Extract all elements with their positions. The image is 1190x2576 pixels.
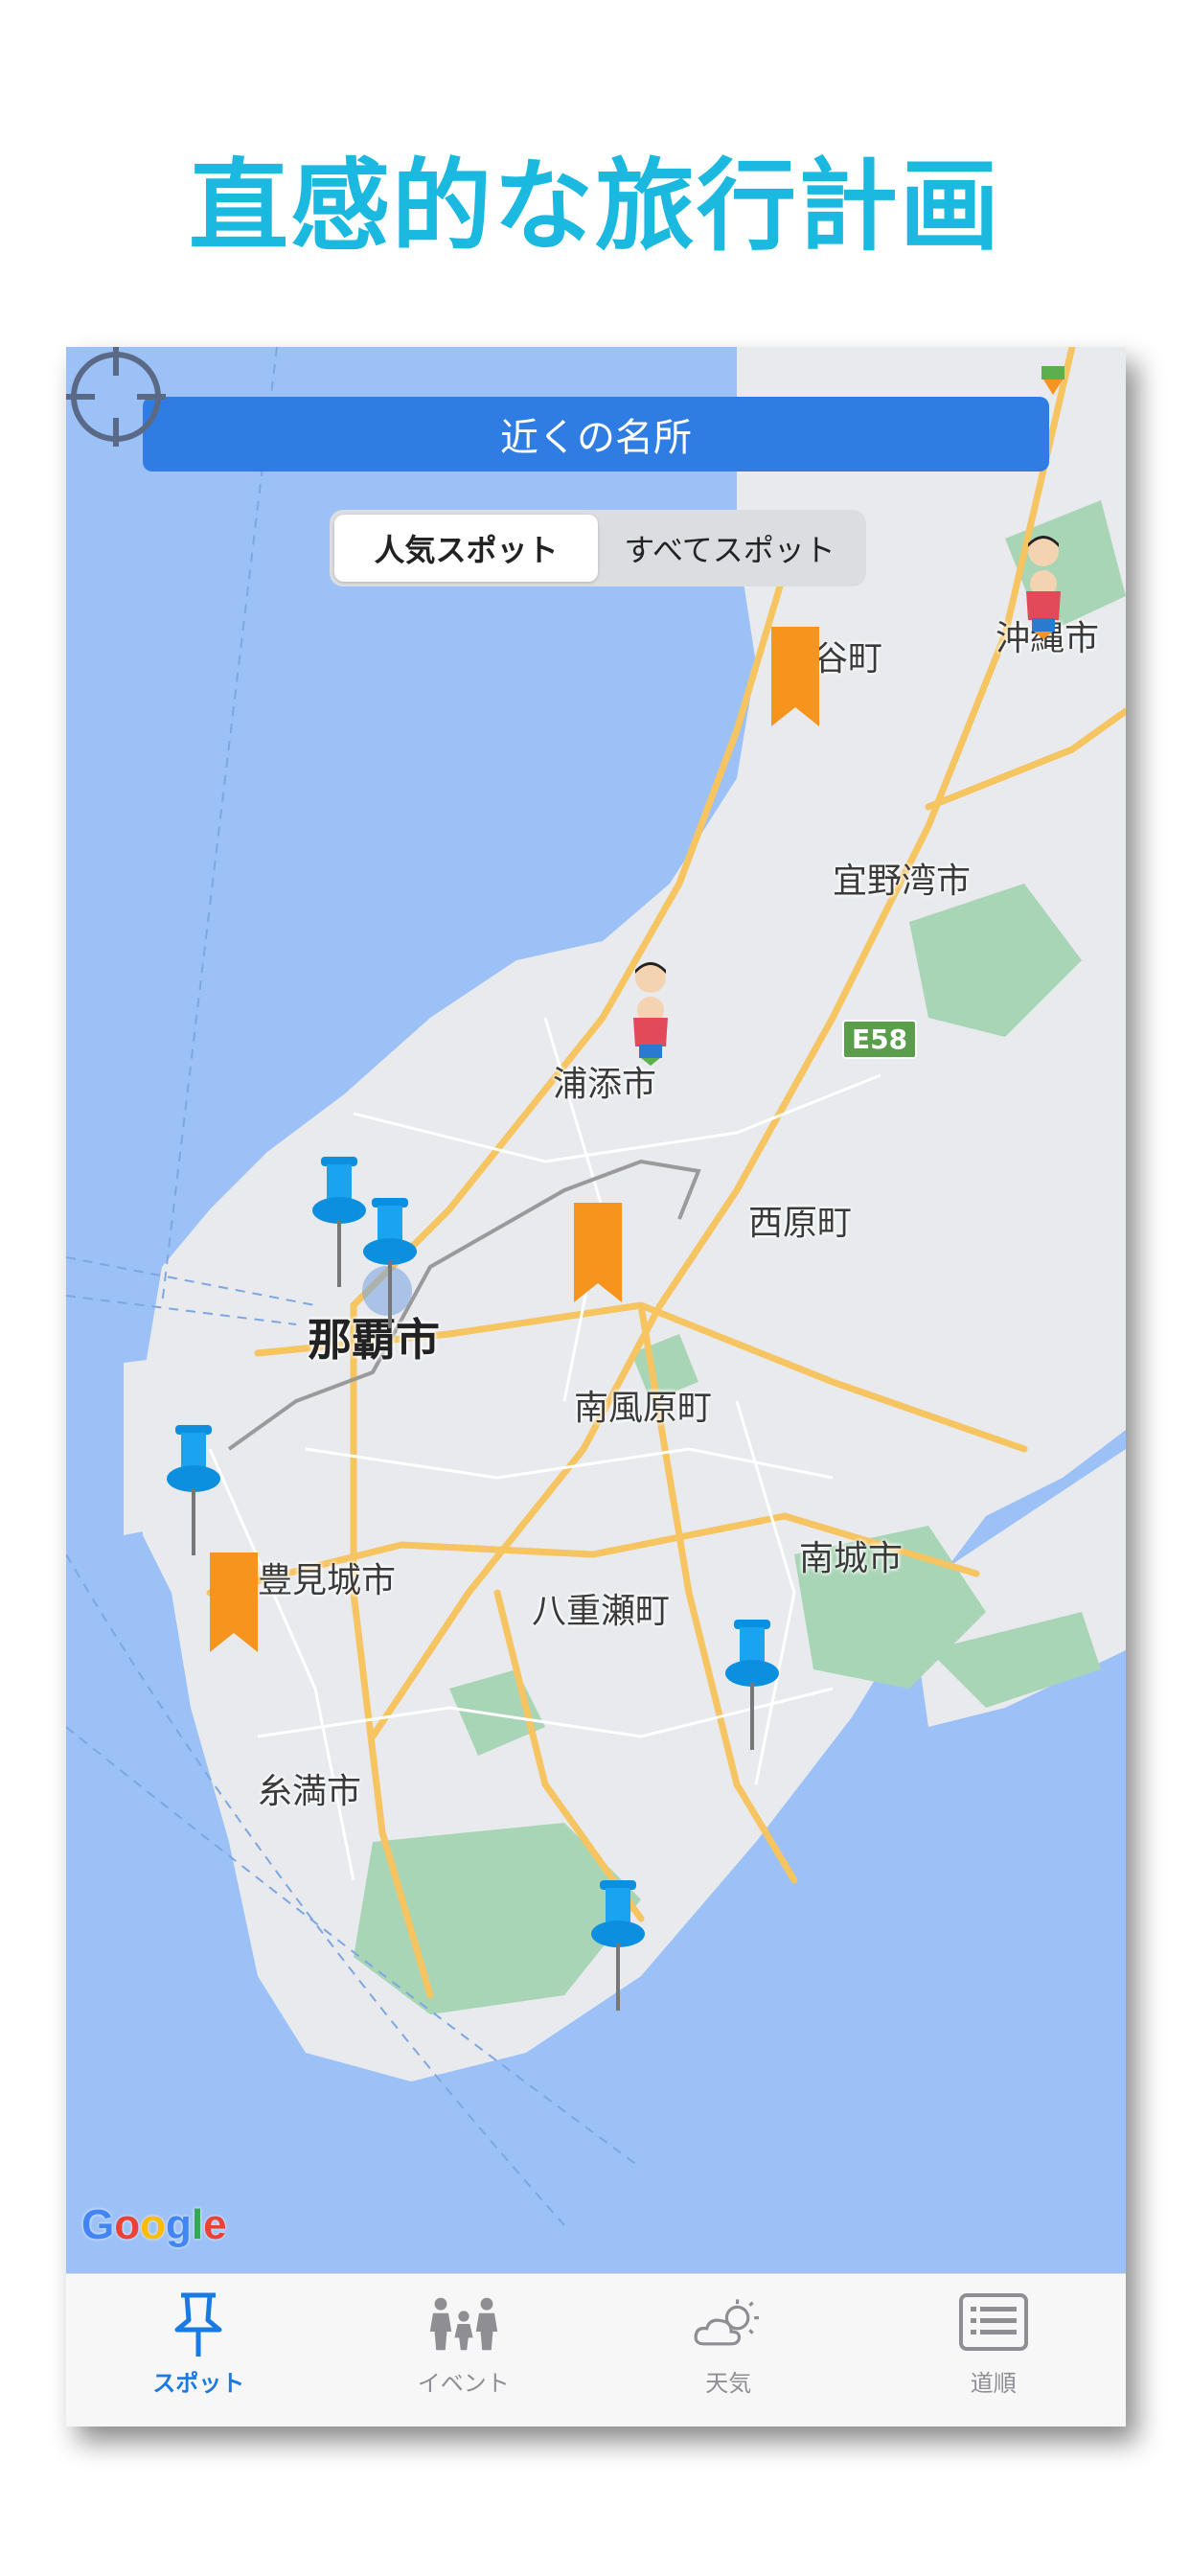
bookmark-flag-icon[interactable] [574,1203,622,1302]
map-label-ginowan: 宜野湾市 [833,862,972,901]
event-marker-icon[interactable] [1015,534,1072,639]
nearby-title-bar: 近くの名所 [143,397,1049,472]
tab-spots-label: スポット [152,2370,245,2397]
map-label-nishihara: 西原町 [748,1204,853,1243]
tab-spots[interactable]: スポット [66,2274,332,2426]
google-logo-text: Google [81,2201,227,2248]
bottom-tab-bar: スポット イベント 天気 道順 [66,2273,1126,2426]
map-label-itoman: 糸満市 [258,1772,362,1811]
map-label-yaese: 八重瀬町 [532,1592,671,1631]
tab-events-label: イベント [417,2370,510,2397]
event-marker-icon[interactable] [1024,347,1082,404]
bookmark-flag-icon[interactable] [210,1552,258,1652]
headline: 直感的な旅行計画 [188,148,1001,264]
spot-pin-icon[interactable] [721,1620,784,1754]
map-label-nanjo: 南城市 [799,1539,904,1578]
tab-directions[interactable]: 道順 [861,2274,1127,2426]
current-location-button[interactable] [66,347,166,447]
map-label-chatan: 谷町 [813,639,883,678]
segment-all-spots[interactable]: すべてスポット [598,515,861,582]
map-view[interactable]: 近くの名所 人気スポット すべてスポット 那覇市 浦添市 宜野湾市 西原町 南風… [66,347,1126,2273]
spot-pin-icon[interactable] [586,1880,650,2014]
spot-pin-icon[interactable] [162,1425,225,1559]
map-label-tomigusuku: 豊見城市 [258,1561,397,1600]
list-icon [958,2293,1028,2351]
event-marker-icon[interactable] [622,960,679,1066]
spot-filter-segmented-control[interactable]: 人気スポット すべてスポット [330,510,866,586]
tab-weather[interactable]: 天気 [596,2274,861,2426]
spot-pin-icon[interactable] [358,1198,422,1332]
people-icon [429,2297,497,2351]
tab-events[interactable]: イベント [332,2274,597,2426]
bookmark-flag-icon[interactable] [771,627,819,726]
pushpin-icon [174,2292,222,2357]
segment-popular-spots[interactable]: 人気スポット [334,515,598,582]
map-label-haebaru: 南風原町 [574,1389,713,1428]
weather-icon [694,2299,760,2346]
phone-screen: 近くの名所 人気スポット すべてスポット 那覇市 浦添市 宜野湾市 西原町 南風… [66,347,1126,2426]
road-badge-e58: E58 [842,1020,918,1059]
tab-weather-label: 天気 [705,2370,752,2397]
google-attribution-logo: Google [81,2201,227,2249]
tab-directions-label: 道順 [970,2370,1017,2397]
